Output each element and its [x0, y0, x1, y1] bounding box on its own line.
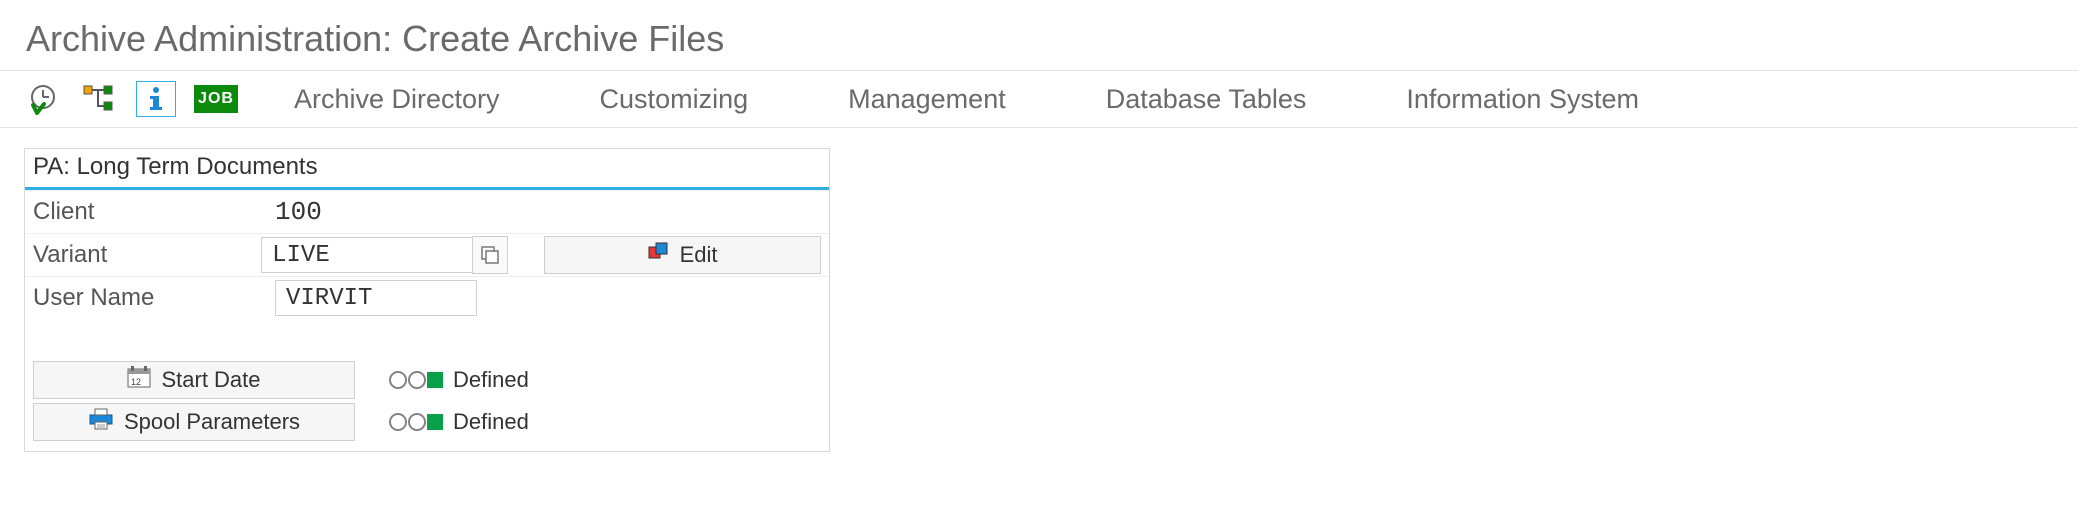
- job-icon-label: JOB: [198, 90, 234, 108]
- job-icon[interactable]: JOB: [194, 85, 238, 113]
- row-user-name: User Name: [25, 276, 829, 319]
- info-icon[interactable]: [136, 81, 176, 117]
- maintain-icon: [648, 241, 670, 269]
- page-title: Archive Administration: Create Archive F…: [0, 0, 2078, 70]
- spool-parameters-button[interactable]: Spool Parameters: [33, 403, 355, 441]
- link-information-system[interactable]: Information System: [1406, 84, 1639, 115]
- spool-parameters-button-label: Spool Parameters: [124, 409, 300, 435]
- hierarchy-icon[interactable]: [80, 82, 118, 116]
- edit-button-label: Edit: [680, 242, 718, 268]
- start-date-status: Defined: [389, 367, 529, 393]
- panel-title: PA: Long Term Documents: [25, 149, 829, 190]
- spool-parameters-status-text: Defined: [453, 409, 529, 435]
- link-archive-directory[interactable]: Archive Directory: [294, 84, 500, 115]
- variant-input[interactable]: [261, 237, 472, 273]
- f4-help-icon[interactable]: [472, 236, 508, 274]
- traffic-light-icon: [389, 413, 443, 431]
- toolbar: JOB Archive Directory Customizing Manage…: [0, 71, 2078, 128]
- label-variant: Variant: [33, 241, 249, 269]
- label-client: Client: [33, 198, 263, 226]
- label-user-name: User Name: [33, 284, 263, 312]
- toolbar-icons: JOB: [24, 81, 238, 117]
- value-client: 100: [275, 197, 322, 227]
- svg-text:12: 12: [131, 377, 141, 387]
- spool-parameters-status: Defined: [389, 409, 529, 435]
- execute-clock-icon[interactable]: [24, 82, 62, 116]
- start-date-status-text: Defined: [453, 367, 529, 393]
- row-client: Client 100: [25, 190, 829, 233]
- link-customizing[interactable]: Customizing: [600, 84, 749, 115]
- traffic-light-icon: [389, 371, 443, 389]
- row-variant: Variant Edit: [25, 233, 829, 276]
- form-panel: PA: Long Term Documents Client 100 Varia…: [24, 148, 830, 452]
- start-date-button-label: Start Date: [161, 367, 260, 393]
- user-name-input[interactable]: [275, 280, 477, 316]
- row-spool-parameters: Spool Parameters Defined: [33, 403, 821, 441]
- link-management[interactable]: Management: [848, 84, 1006, 115]
- edit-button[interactable]: Edit: [544, 236, 821, 274]
- sub-section: 12 Start Date Defined: [25, 361, 829, 451]
- row-start-date: 12 Start Date Defined: [33, 361, 821, 399]
- start-date-button[interactable]: 12 Start Date: [33, 361, 355, 399]
- printer-icon: [88, 408, 114, 436]
- link-database-tables[interactable]: Database Tables: [1106, 84, 1307, 115]
- page: Archive Administration: Create Archive F…: [0, 0, 2078, 472]
- toolbar-links: Archive Directory Customizing Management…: [294, 84, 1639, 115]
- content: PA: Long Term Documents Client 100 Varia…: [0, 128, 2078, 472]
- calendar-icon: 12: [127, 366, 151, 394]
- variant-input-wrap: [261, 236, 508, 274]
